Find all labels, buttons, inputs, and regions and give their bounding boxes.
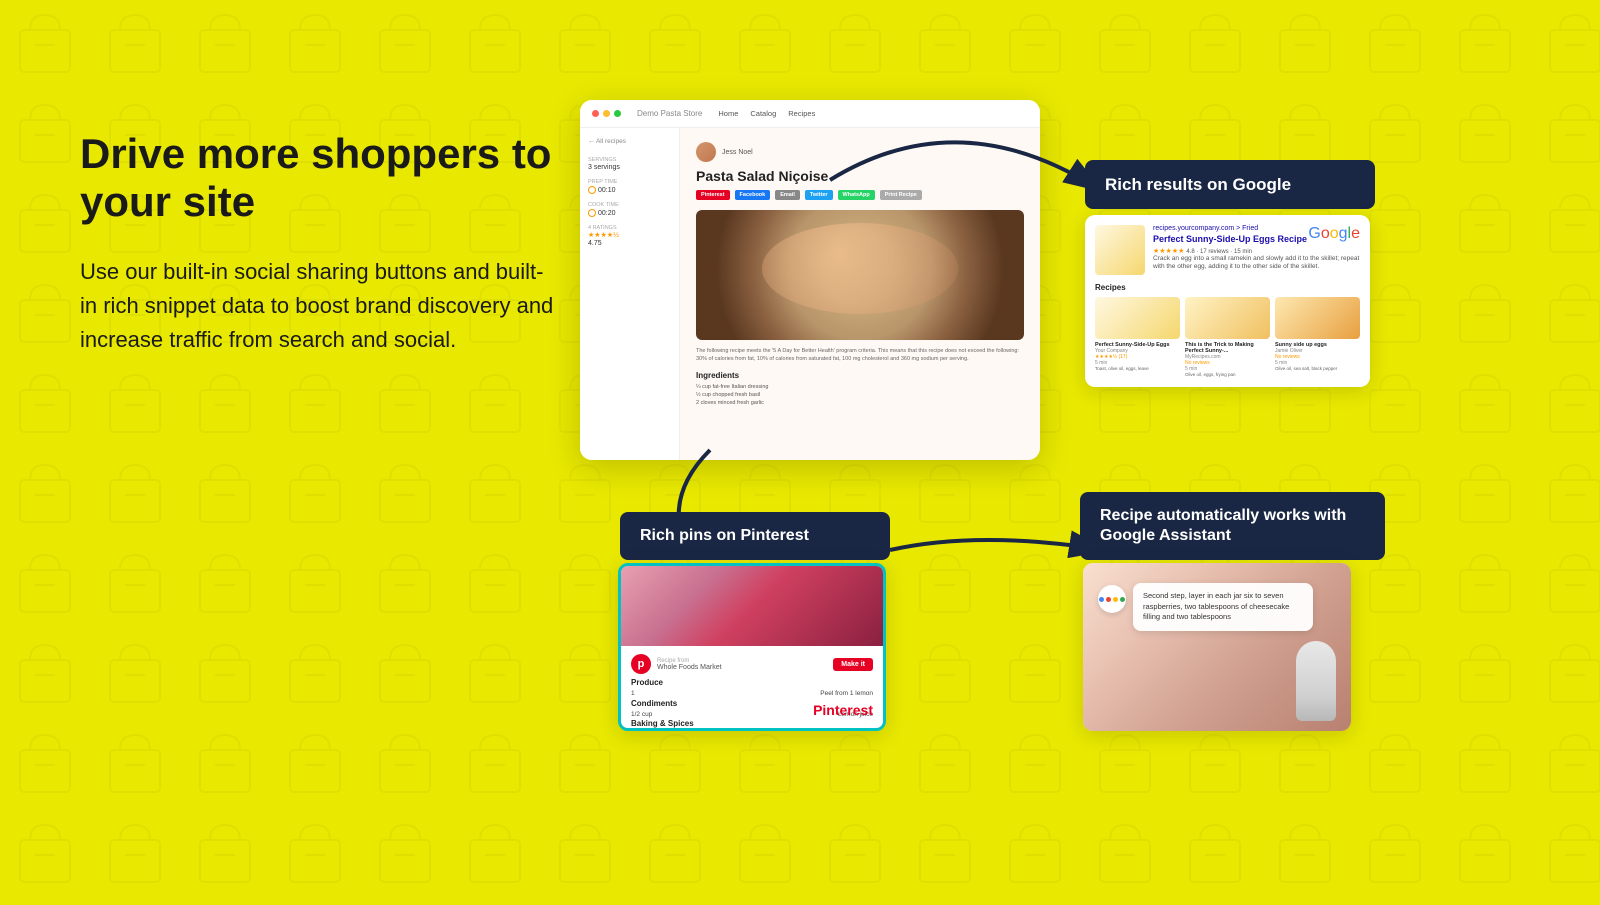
recipe-tags-3: Olive oil, sea salt, black pepper: [1275, 366, 1360, 371]
pinterest-source-name: Whole Foods Market: [657, 664, 722, 671]
pinterest-wordmark: Pinterest: [813, 702, 873, 720]
servings-value: 3 servings: [588, 164, 671, 171]
minimize-dot: [603, 110, 610, 117]
produce-name: Peel from 1 lemon: [820, 690, 873, 697]
share-email[interactable]: Email: [775, 190, 800, 200]
left-section: Drive more shoppers to your site Use our…: [80, 130, 560, 357]
google-home-base: [1296, 696, 1336, 721]
pinterest-card: p Recipe from Whole Foods Market Make it…: [618, 563, 886, 731]
recipe-name-2: This is the Trick to Making Perfect Sunn…: [1185, 342, 1270, 354]
rating-value: 4.75: [588, 240, 671, 247]
google-home-top: [1296, 641, 1336, 696]
bowl-image: [696, 210, 1024, 340]
dot-blue: [1099, 597, 1104, 602]
author-bar: Jess Noel: [696, 142, 1024, 162]
ingredients-title: Ingredients: [696, 371, 1024, 380]
google-logo: Google: [1308, 225, 1360, 243]
ingredient-1: ¼ cup fat-free Italian dressing: [696, 384, 1024, 390]
close-dot: [592, 110, 599, 117]
pinterest-food-image: [621, 566, 883, 646]
google-rating-stars: ★★★★★ 4.8 · 17 reviews · 15 min: [1153, 247, 1360, 255]
assistant-icon: [1098, 585, 1126, 613]
baking-title: Baking & Spices: [631, 719, 873, 728]
ingredient-3: 2 cloves minced fresh garlic: [696, 400, 1024, 406]
recipe-thumb-3: [1275, 297, 1360, 339]
servings-label: Servings: [588, 157, 671, 163]
assistant-color-dots: [1099, 597, 1125, 602]
google-recipe-2: This is the Trick to Making Perfect Sunn…: [1185, 297, 1270, 377]
recipe-tags-1: Toast, olive oil, eggs, leave: [1095, 366, 1180, 371]
recipe-body: ← All recipes Servings 3 servings Prep t…: [580, 128, 1040, 460]
nav-links: Home Catalog Recipes: [718, 109, 815, 118]
recipes-section-label: Recipes: [1095, 283, 1360, 292]
recipe-thumb-2: [1185, 297, 1270, 339]
dot-yellow: [1113, 597, 1118, 602]
cook-time-label: Cook time: [588, 202, 671, 208]
google-recipe-1: Perfect Sunny-Side-Up Eggs Your Company …: [1095, 297, 1180, 377]
recipe-tags-2: Olive oil, eggs, frying pan: [1185, 372, 1270, 377]
pinterest-source-info: Recipe from Whole Foods Market: [657, 658, 722, 671]
window-controls: [592, 110, 621, 117]
site-name: Demo Pasta Store: [637, 109, 702, 118]
produce-title: Produce: [631, 678, 873, 687]
prep-time-value: 00:10: [588, 186, 671, 194]
recipe-title: Pasta Salad Niçoise: [696, 168, 1024, 184]
ingredient-2: ½ cup chopped fresh basil: [696, 392, 1024, 398]
cook-time-value: 00:20: [588, 209, 671, 217]
pinterest-source-row: p Recipe from Whole Foods Market Make it: [631, 654, 873, 674]
author-name: Jess Noel: [722, 149, 753, 156]
share-buttons: Pinterest Facebook Email Twitter WhatsAp…: [696, 190, 1024, 200]
pinterest-label: Rich pins on Pinterest: [620, 512, 890, 560]
share-facebook[interactable]: Facebook: [735, 190, 771, 200]
star-rating: ★★★★½: [588, 231, 671, 239]
google-result-thumb: [1095, 225, 1145, 275]
headline: Drive more shoppers to your site: [80, 130, 560, 227]
prep-time-label: Prep time: [588, 179, 671, 185]
produce-item-1: 1 Peel from 1 lemon: [631, 690, 873, 697]
share-print[interactable]: Print Recipe: [880, 190, 922, 200]
google-description: Crack an egg into a small ramekin and sl…: [1153, 255, 1360, 272]
pinterest-icon: p: [631, 654, 651, 674]
share-twitter[interactable]: Twitter: [805, 190, 833, 200]
nav-catalog: Catalog: [750, 109, 776, 118]
recipe-image: [696, 210, 1024, 340]
assistant-speech-text: Second step, layer in each jar six to se…: [1143, 591, 1289, 621]
clock-icon-2: [588, 209, 596, 217]
recipe-thumb-1: [1095, 297, 1180, 339]
nav-recipes: Recipes: [788, 109, 815, 118]
google-search-card: recipes.yourcompany.com > Fried Perfect …: [1085, 215, 1370, 387]
recipe-nav-bar: Demo Pasta Store Home Catalog Recipes: [580, 100, 1040, 128]
nav-home: Home: [718, 109, 738, 118]
assistant-label: Recipe automatically works with Google A…: [1080, 492, 1385, 560]
condiment-qty: 1/2 cup: [631, 711, 652, 718]
back-link: ← All recipes: [588, 138, 671, 145]
dot-red: [1106, 597, 1111, 602]
google-recipe-3: Sunny side up eggs Jamie Oliver No revie…: [1275, 297, 1360, 377]
recipe-card: Demo Pasta Store Home Catalog Recipes ← …: [580, 100, 1040, 460]
google-home-device: [1296, 641, 1336, 721]
produce-qty: 1: [631, 690, 635, 697]
dot-green: [1120, 597, 1125, 602]
google-assistant-card: Second step, layer in each jar six to se…: [1083, 563, 1351, 731]
pinterest-brand-name: Pinterest: [813, 702, 873, 718]
maximize-dot: [614, 110, 621, 117]
recipe-main-content: Jess Noel Pasta Salad Niçoise Pinterest …: [680, 128, 1040, 460]
clock-icon: [588, 186, 596, 194]
description: Use our built-in social sharing buttons …: [80, 255, 560, 357]
recipe-description: The following recipe meets the '5 A Day …: [696, 348, 1024, 363]
share-whatsapp[interactable]: WhatsApp: [838, 190, 875, 200]
share-pinterest[interactable]: Pinterest: [696, 190, 730, 200]
make-it-button[interactable]: Make it: [833, 658, 873, 671]
recipe-sidebar: ← All recipes Servings 3 servings Prep t…: [580, 128, 680, 460]
assistant-speech-bubble: Second step, layer in each jar six to se…: [1133, 583, 1313, 631]
author-avatar: [696, 142, 716, 162]
assistant-background: Second step, layer in each jar six to se…: [1083, 563, 1351, 731]
google-recipes-grid: Perfect Sunny-Side-Up Eggs Your Company …: [1095, 297, 1360, 377]
google-label: Rich results on Google: [1085, 160, 1375, 209]
